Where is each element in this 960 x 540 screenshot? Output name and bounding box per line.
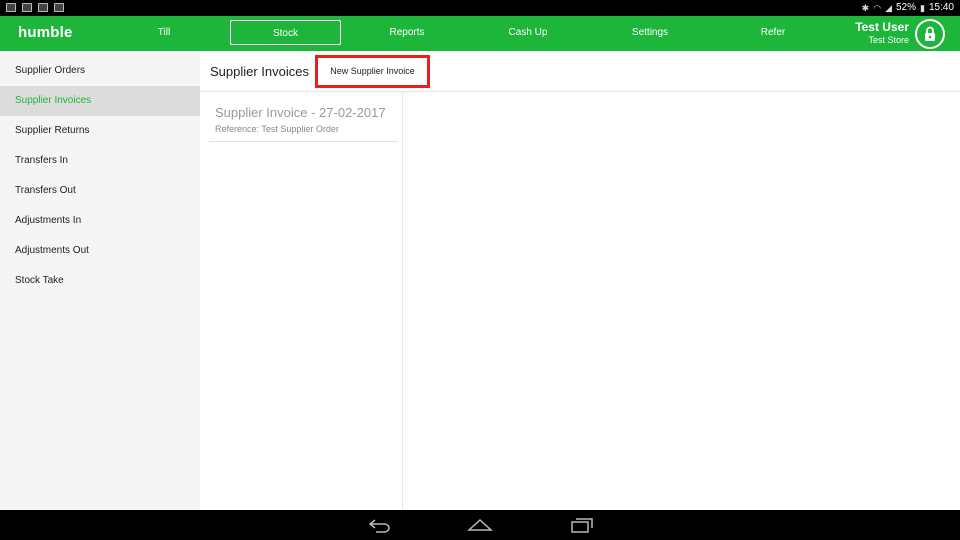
user-info: Test User Test Store bbox=[855, 20, 909, 46]
clock: 15:40 bbox=[928, 2, 954, 13]
sidebar-item-adjustments-in[interactable]: Adjustments In bbox=[0, 206, 200, 236]
invoice-reference: Reference: Test Supplier Order bbox=[215, 124, 339, 134]
back-icon[interactable] bbox=[368, 517, 392, 533]
system-navigation-bar bbox=[0, 510, 960, 540]
signal-icon: ◢ bbox=[885, 3, 892, 13]
invoice-title: Supplier Invoice - 27-02-2017 bbox=[215, 105, 386, 120]
wifi-icon: ◠ bbox=[873, 3, 882, 13]
sidebar-item-supplier-orders[interactable]: Supplier Orders bbox=[0, 56, 200, 86]
lock-button[interactable] bbox=[915, 19, 945, 49]
user-name: Test User bbox=[855, 20, 909, 34]
notification-icon bbox=[54, 3, 64, 12]
top-navigation: humble Till Stock Reports Cash Up Settin… bbox=[0, 16, 960, 51]
nav-till[interactable]: Till bbox=[124, 20, 204, 45]
bluetooth-icon: ✱ bbox=[861, 3, 870, 13]
notification-icon bbox=[38, 3, 48, 12]
battery-icon: ▮ bbox=[920, 3, 925, 13]
nav-stock[interactable]: Stock bbox=[230, 20, 341, 45]
status-bar: ✱ ◠ ◢ 52% ▮ 15:40 bbox=[0, 0, 960, 16]
main-content: Supplier Invoices New Supplier Invoice S… bbox=[200, 51, 960, 510]
home-icon[interactable] bbox=[467, 517, 493, 533]
status-icons: ✱ ◠ ◢ 52% ▮ 15:40 bbox=[862, 2, 954, 14]
list-item[interactable]: Supplier Invoice - 27-02-2017 Reference:… bbox=[209, 93, 398, 142]
sidebar-item-supplier-returns[interactable]: Supplier Returns bbox=[0, 116, 200, 146]
sidebar-item-transfers-out[interactable]: Transfers Out bbox=[0, 176, 200, 206]
notification-icon bbox=[22, 3, 32, 12]
brand-logo[interactable]: humble bbox=[18, 24, 73, 41]
content-header: Supplier Invoices New Supplier Invoice bbox=[200, 51, 960, 92]
sidebar-item-supplier-invoices[interactable]: Supplier Invoices bbox=[0, 86, 200, 116]
sidebar-item-stock-take[interactable]: Stock Take bbox=[0, 266, 200, 296]
sidebar-item-transfers-in[interactable]: Transfers In bbox=[0, 146, 200, 176]
store-name: Test Store bbox=[868, 35, 909, 45]
invoice-list: Supplier Invoice - 27-02-2017 Reference:… bbox=[200, 93, 403, 510]
nav-cash-up[interactable]: Cash Up bbox=[488, 20, 568, 45]
nav-reports[interactable]: Reports bbox=[367, 20, 447, 45]
sidebar-item-adjustments-out[interactable]: Adjustments Out bbox=[0, 236, 200, 266]
battery-percent: 52% bbox=[896, 2, 917, 13]
new-supplier-invoice-button[interactable]: New Supplier Invoice bbox=[315, 55, 430, 88]
nav-refer[interactable]: Refer bbox=[733, 20, 813, 45]
lock-icon bbox=[925, 26, 935, 41]
page-title: Supplier Invoices bbox=[210, 64, 309, 79]
nav-settings[interactable]: Settings bbox=[610, 20, 690, 45]
notification-icon bbox=[6, 3, 16, 12]
recents-icon[interactable] bbox=[570, 517, 594, 533]
notification-icons bbox=[6, 3, 64, 12]
sidebar: Supplier Orders Supplier Invoices Suppli… bbox=[0, 51, 200, 510]
